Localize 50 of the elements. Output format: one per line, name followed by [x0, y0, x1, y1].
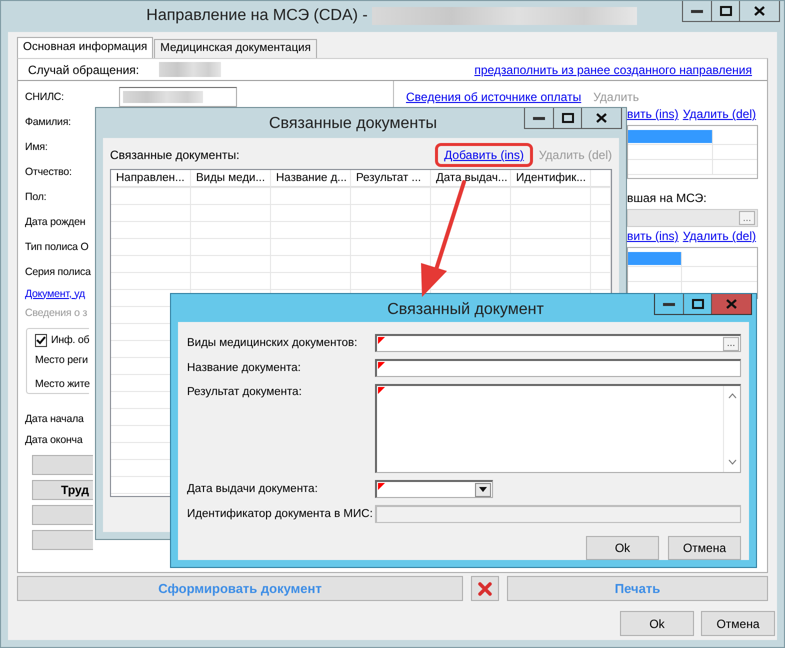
tab[interactable]: Основная информация	[17, 37, 154, 58]
field-label: Дата оконча	[25, 434, 82, 446]
section-label: Сведения о з	[25, 306, 88, 318]
field-label: СНИЛС:	[25, 90, 65, 102]
delete-link[interactable]: Удалить (del)	[682, 107, 756, 121]
column-header[interactable]: Идентифик...	[511, 170, 590, 187]
checkbox-label: Инф. об	[51, 334, 90, 346]
ok-button[interactable]: Ok	[586, 536, 659, 560]
field-label: Место жите	[35, 378, 90, 390]
field-label: Дата выдачи документа:	[187, 483, 318, 495]
window-title: Связанный документ	[386, 300, 544, 319]
document-link[interactable]: Документ, уд	[25, 288, 85, 300]
field-label: Название документа:	[187, 362, 301, 374]
column-header[interactable]: Направлен...	[111, 170, 190, 187]
field-label: Отчество:	[25, 166, 72, 178]
field-label: Фамилия:	[25, 116, 71, 128]
input-field[interactable]: ...	[375, 334, 741, 352]
tab[interactable]: Медицинская документация	[154, 39, 317, 58]
field-label: Пол:	[25, 190, 46, 202]
field-label: Виды медицинских документов:	[187, 337, 358, 349]
field-label: Идентификатор документа в МИС:	[187, 508, 373, 520]
field-label: Случай обращения:	[28, 62, 140, 76]
cancel-button[interactable]: Отмена	[701, 611, 775, 636]
field-label: вшая на МСЭ:	[627, 191, 708, 207]
browse-button[interactable]: ...	[723, 336, 739, 350]
list-label: Связанные документы:	[110, 148, 240, 162]
browse-button[interactable]: ...	[739, 211, 755, 225]
picker-field[interactable]: ...	[627, 209, 758, 227]
field-label: Дата начала	[25, 412, 84, 424]
side-button[interactable]: Труд	[32, 480, 93, 500]
window-title: Направление на МСЭ (CDA) -	[146, 7, 368, 25]
add-link[interactable]: вить (ins)	[627, 107, 678, 121]
cancel-button[interactable]: Отмена	[668, 536, 741, 560]
field-label: Дата рожден	[25, 216, 86, 228]
add-link[interactable]: Добавить (ins)	[435, 143, 533, 167]
column-header[interactable]: Результат ...	[351, 170, 430, 187]
column-header[interactable]: Виды меди...	[191, 170, 270, 187]
field-label: Результат документа:	[187, 386, 302, 398]
field-label: Место реги	[35, 354, 88, 366]
field-label: Серия полиса	[25, 266, 91, 278]
add-link[interactable]: вить (ins)	[627, 229, 678, 243]
window-title: Связанные документы	[268, 114, 438, 133]
payment-link[interactable]: Сведения об источнике оплаты	[406, 90, 582, 104]
ok-button[interactable]: Ok	[620, 611, 694, 636]
delete-link[interactable]: Удалить (del)	[682, 229, 756, 243]
column-header[interactable]: Название д...	[271, 170, 350, 187]
prefill-link[interactable]: предзаполнить из ранее созданного направления	[474, 62, 752, 76]
field-label: Тип полиса О	[25, 240, 88, 252]
field-label: Имя:	[25, 140, 48, 152]
column-header[interactable]: Дата выдач...	[431, 170, 510, 187]
